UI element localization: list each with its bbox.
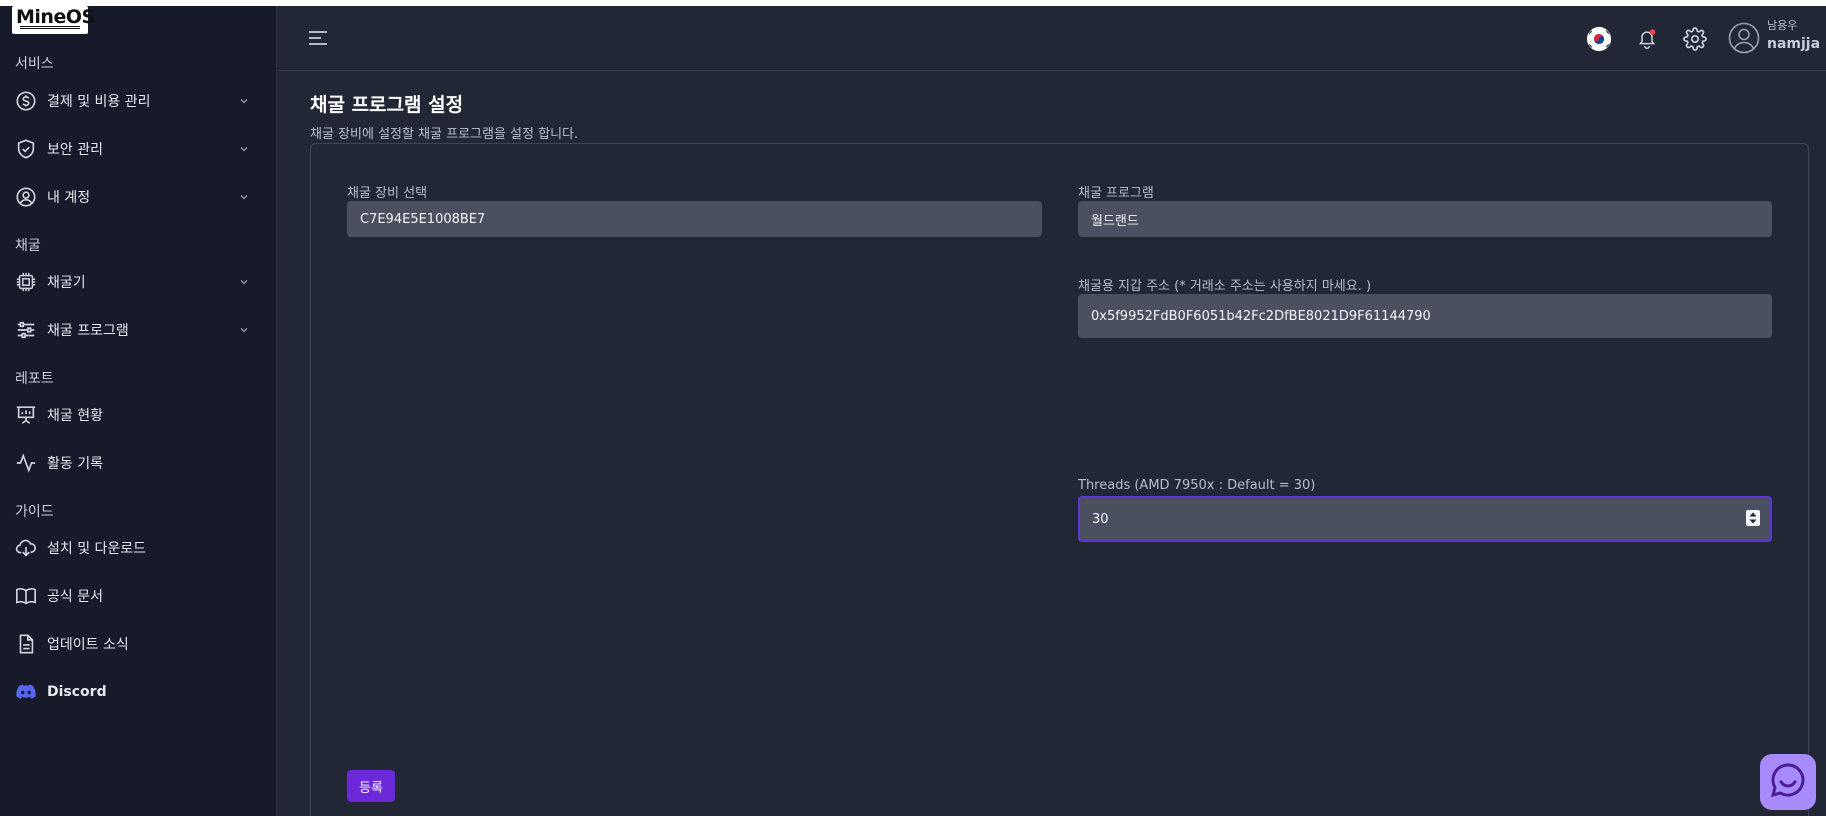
sidebar-item-label: 채굴기: [47, 275, 86, 291]
device-select-field[interactable]: C7E94E5E1008BE7: [347, 201, 1042, 237]
sidebar: MineOS 서비스 결제 및 비용 관리 보안 관리 내 계정 채굴 채굴기 …: [0, 6, 277, 816]
menu-icon[interactable]: [307, 28, 329, 48]
logo-text: MineOS: [16, 6, 95, 28]
chat-support-button[interactable]: [1760, 754, 1816, 810]
wallet-address-input[interactable]: 0x5f9952FdB0F6051b42Fc2DfBE8021D9F611447…: [1078, 294, 1772, 338]
activity-icon: [15, 452, 37, 474]
discord-icon: [15, 681, 37, 703]
sidebar-item-install-download[interactable]: 설치 및 다운로드: [15, 534, 250, 562]
number-stepper[interactable]: [1746, 510, 1760, 526]
program-select-field[interactable]: 월드랜드: [1078, 201, 1772, 237]
page-description: 채굴 장비에 설정할 채굴 프로그램을 설정 합니다.: [310, 127, 579, 142]
sidebar-item-miner[interactable]: 채굴기: [15, 268, 250, 296]
sidebar-item-mining-status[interactable]: 채굴 현황: [15, 401, 250, 429]
document-icon: [15, 633, 37, 655]
sidebar-item-label: 설치 및 다운로드: [47, 541, 147, 557]
sidebar-item-mining-program[interactable]: 채굴 프로그램: [15, 316, 250, 344]
sliders-icon: [15, 319, 37, 341]
section-title-mining: 채굴: [15, 238, 41, 254]
threads-label: Threads (AMD 7950x : Default = 30): [1078, 478, 1316, 493]
user-circle-icon: [15, 186, 37, 208]
chevron-down-icon: [238, 191, 250, 203]
user-display-name: 남용우: [1767, 19, 1798, 32]
sidebar-item-discord[interactable]: Discord: [15, 678, 250, 706]
sidebar-item-label: Discord: [47, 684, 107, 700]
sidebar-item-label: 공식 문서: [47, 589, 103, 605]
sidebar-item-update-news[interactable]: 업데이트 소식: [15, 630, 250, 658]
sidebar-item-label: 업데이트 소식: [47, 637, 129, 653]
avatar-icon[interactable]: [1728, 22, 1760, 54]
sidebar-item-label: 채굴 현황: [47, 408, 103, 424]
user-menu[interactable]: 남용우 namjja: [1767, 19, 1826, 55]
sidebar-item-official-docs[interactable]: 공식 문서: [15, 582, 250, 610]
chevron-down-icon: [238, 95, 250, 107]
page-title: 채굴 프로그램 설정: [310, 94, 464, 116]
cloud-download-icon: [15, 537, 37, 559]
chevron-down-icon: [238, 324, 250, 336]
threads-value: 30: [1092, 511, 1109, 527]
cpu-icon: [15, 271, 37, 293]
section-title-guide: 가이드: [15, 504, 54, 520]
topbar: 남용우 namjja: [278, 6, 1826, 71]
section-title-report: 레포트: [15, 371, 54, 387]
chat-icon: [1768, 760, 1808, 804]
threads-input[interactable]: 30: [1078, 496, 1772, 542]
shield-icon: [15, 138, 37, 160]
dollar-icon: [15, 90, 37, 112]
chevron-down-icon: [238, 276, 250, 288]
settings-card: [310, 143, 1809, 816]
logo-underline: [20, 26, 80, 29]
sidebar-item-account[interactable]: 내 계정: [15, 183, 250, 211]
user-username: namjja: [1767, 36, 1821, 52]
sidebar-item-security[interactable]: 보안 관리: [15, 135, 250, 163]
mineos-logo[interactable]: MineOS: [12, 6, 95, 34]
gear-icon[interactable]: [1681, 25, 1709, 53]
app-root: MineOS 서비스 결제 및 비용 관리 보안 관리 내 계정 채굴 채굴기 …: [0, 6, 1826, 816]
program-label: 채굴 프로그램: [1078, 186, 1154, 201]
chevron-down-icon: [238, 143, 250, 155]
sidebar-item-label: 내 계정: [47, 190, 91, 206]
wallet-address-label: 채굴용 지갑 주소 (* 거래소 주소는 사용하지 마세요. ): [1078, 279, 1372, 294]
sidebar-item-activity-log[interactable]: 활동 기록: [15, 449, 250, 477]
korea-flag-icon[interactable]: [1585, 25, 1613, 53]
sidebar-item-billing[interactable]: 결제 및 비용 관리: [15, 87, 250, 115]
sidebar-item-label: 활동 기록: [47, 456, 103, 472]
presentation-chart-icon: [15, 404, 37, 426]
section-title-service: 서비스: [15, 56, 54, 72]
notification-dot: [1649, 29, 1656, 35]
book-icon: [15, 585, 37, 607]
register-button[interactable]: 등록: [347, 770, 395, 802]
sidebar-item-label: 보안 관리: [47, 142, 103, 158]
sidebar-item-label: 결제 및 비용 관리: [47, 94, 151, 110]
device-select-label: 채굴 장비 선택: [347, 186, 428, 201]
bell-icon[interactable]: [1633, 25, 1661, 53]
sidebar-item-label: 채굴 프로그램: [47, 323, 129, 339]
